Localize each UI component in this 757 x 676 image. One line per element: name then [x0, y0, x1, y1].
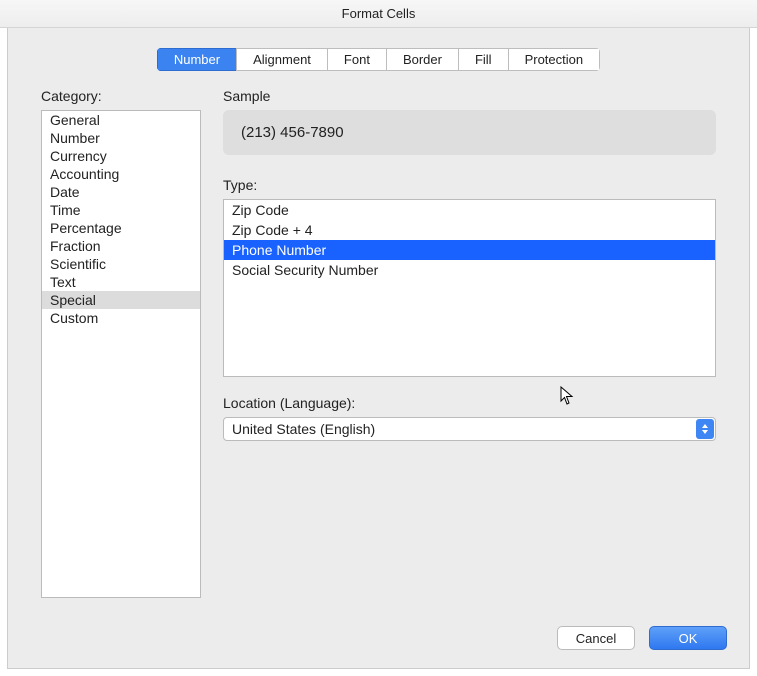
location-label: Location (Language): — [223, 395, 716, 411]
tab-bar: NumberAlignmentFontBorderFillProtection — [8, 48, 749, 71]
category-item[interactable]: Scientific — [42, 255, 200, 273]
category-item[interactable]: Time — [42, 201, 200, 219]
location-selected-value: United States (English) — [232, 421, 375, 437]
category-item[interactable]: Special — [42, 291, 200, 309]
tab-number[interactable]: Number — [157, 48, 236, 71]
category-item[interactable]: Currency — [42, 147, 200, 165]
category-item[interactable]: General — [42, 111, 200, 129]
tab-protection[interactable]: Protection — [508, 48, 601, 71]
category-list[interactable]: GeneralNumberCurrencyAccountingDateTimeP… — [41, 110, 201, 598]
window-title: Format Cells — [0, 0, 757, 28]
type-item[interactable]: Phone Number — [224, 240, 715, 260]
sample-value: (213) 456-7890 — [223, 110, 716, 155]
type-item[interactable]: Social Security Number — [224, 260, 715, 280]
type-item[interactable]: Zip Code + 4 — [224, 220, 715, 240]
sample-label: Sample — [223, 88, 716, 104]
dialog-body: NumberAlignmentFontBorderFillProtection … — [7, 28, 750, 669]
category-label: Category: — [41, 88, 201, 104]
updown-icon[interactable] — [696, 419, 714, 439]
category-item[interactable]: Text — [42, 273, 200, 291]
category-item[interactable]: Fraction — [42, 237, 200, 255]
category-item[interactable]: Date — [42, 183, 200, 201]
category-item[interactable]: Custom — [42, 309, 200, 327]
category-item[interactable]: Accounting — [42, 165, 200, 183]
tab-fill[interactable]: Fill — [458, 48, 508, 71]
cancel-button[interactable]: Cancel — [557, 626, 635, 650]
tab-border[interactable]: Border — [386, 48, 458, 71]
location-select[interactable]: United States (English) — [223, 417, 716, 441]
category-item[interactable]: Percentage — [42, 219, 200, 237]
category-item[interactable]: Number — [42, 129, 200, 147]
tab-font[interactable]: Font — [327, 48, 386, 71]
type-label: Type: — [223, 177, 716, 193]
type-item[interactable]: Zip Code — [224, 200, 715, 220]
tab-alignment[interactable]: Alignment — [236, 48, 327, 71]
type-list[interactable]: Zip CodeZip Code + 4Phone NumberSocial S… — [223, 199, 716, 377]
ok-button[interactable]: OK — [649, 626, 727, 650]
